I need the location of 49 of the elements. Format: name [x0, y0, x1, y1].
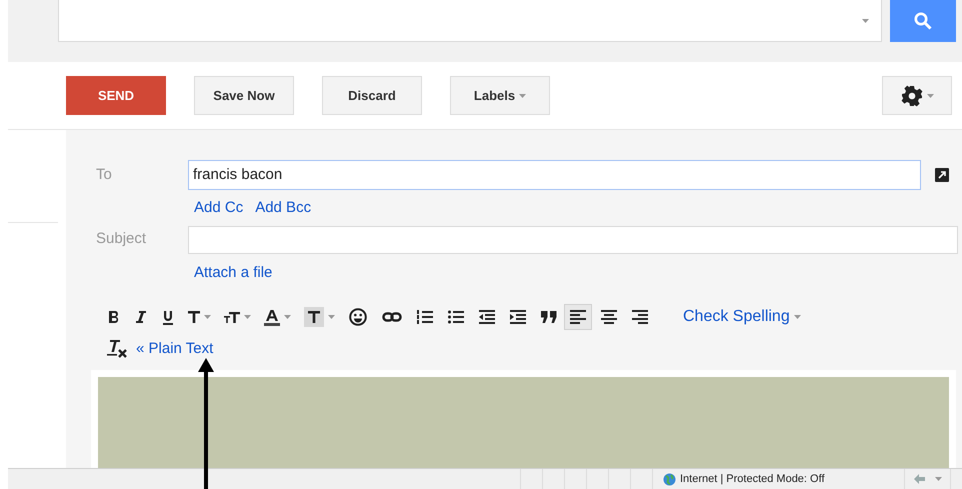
underline-icon: [162, 310, 174, 324]
settings-button[interactable]: [882, 76, 952, 115]
labels-button[interactable]: Labels: [450, 76, 550, 115]
caret-icon: [794, 315, 801, 319]
align-right-icon: [632, 310, 648, 324]
highlight-icon: [304, 307, 324, 327]
check-spelling-button[interactable]: Check Spelling: [683, 305, 801, 329]
attach-file-link[interactable]: Attach a file: [194, 262, 272, 284]
caret-icon: [204, 315, 211, 319]
clear-formatting-icon[interactable]: [106, 340, 128, 358]
discard-button[interactable]: Discard: [322, 76, 422, 115]
bold-icon: [108, 310, 120, 324]
add-bcc-link[interactable]: Add Bcc: [255, 197, 312, 220]
caret-icon: [935, 477, 942, 481]
plain-text-link[interactable]: « Plain Text: [136, 338, 214, 360]
caret-icon: [926, 94, 934, 98]
caret-icon: [284, 315, 291, 319]
quote-icon: [541, 311, 557, 323]
subject-label: Subject: [95, 229, 148, 250]
save-button[interactable]: Save Now: [194, 76, 294, 115]
smiley-icon: [349, 308, 367, 326]
align-left-icon: [570, 310, 586, 324]
search-field[interactable]: [58, 0, 882, 42]
outdent-icon: [479, 310, 495, 324]
numbered-list-icon: [417, 309, 433, 325]
send-button[interactable]: SEND: [66, 76, 166, 115]
text-size-icon: [224, 310, 240, 324]
caret-icon: [244, 315, 251, 319]
text-color-icon: [264, 308, 280, 326]
to-field[interactable]: francis bacon: [188, 160, 921, 190]
popout-icon[interactable]: [935, 168, 949, 182]
search-button[interactable]: [890, 0, 956, 42]
format-button[interactable]: [564, 304, 592, 330]
caret-icon: [328, 315, 335, 319]
align-center-icon: [601, 310, 617, 324]
search-icon: [914, 12, 932, 30]
settings-icon: [900, 84, 922, 106]
security-zone-text: Internet | Protected Mode: Off: [680, 472, 825, 487]
bullet-list-icon: [448, 309, 464, 325]
caret-icon: [862, 18, 869, 22]
globe-icon: [663, 472, 676, 486]
link-icon: [382, 312, 402, 322]
font-icon: [188, 310, 200, 324]
italic-icon: [135, 310, 147, 324]
indent-icon: [510, 310, 526, 324]
to-label: To: [95, 164, 113, 185]
caret-icon: [519, 94, 526, 98]
subject-field[interactable]: [188, 226, 958, 254]
add-cc-link[interactable]: Add Cc: [194, 197, 244, 220]
